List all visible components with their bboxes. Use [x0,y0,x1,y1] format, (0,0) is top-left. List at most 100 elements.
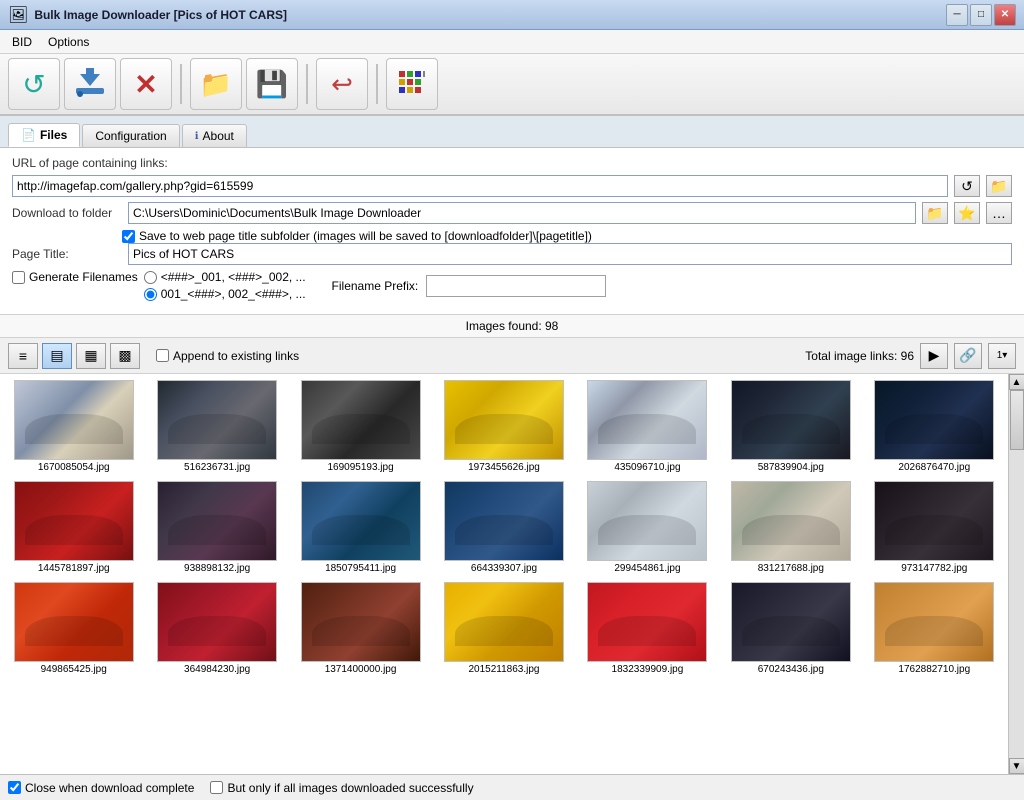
image-cell[interactable]: 1832339909.jpg [578,580,717,677]
image-thumbnail [874,582,994,662]
save-subfolder-label: Save to web page title subfolder (images… [139,229,592,243]
toolbar: ↺ ✕ 📁 💾 ↩ [0,54,1024,116]
go-button[interactable]: ↺ [8,58,60,110]
tab-files[interactable]: 📄 Files [8,123,80,147]
image-cell[interactable]: 664339307.jpg [434,479,573,576]
format2-label: 001_<###>, 002_<###>, ... [161,287,306,301]
only-if-all-label: But only if all images downloaded succes… [227,781,473,795]
image-cell[interactable]: 299454861.jpg [578,479,717,576]
image-cell[interactable]: 2026876470.jpg [865,378,1004,475]
only-if-all-checkbox[interactable] [210,781,223,794]
scrollbar-up[interactable]: ▲ [1009,374,1024,390]
url-input[interactable] [12,175,948,197]
form-area: URL of page containing links: ↺ 📁 Downlo… [0,148,1024,315]
view-details-button[interactable]: ▤ [42,343,72,369]
page-title-input[interactable] [128,243,1012,265]
download-folder-input[interactable] [128,202,916,224]
append-checkbox-row: Append to existing links [156,349,299,363]
page-title-row: Page Title: [12,243,1012,265]
image-cell[interactable]: 670243436.jpg [721,580,860,677]
image-filename: 973147782.jpg [901,563,967,574]
reload-button[interactable]: ↩ [316,58,368,110]
generate-filenames-label: Generate Filenames [29,270,138,284]
total-links-label: Total image links: 96 [805,349,914,363]
play-button[interactable]: ▶ [920,343,948,369]
close-complete-checkbox[interactable] [8,781,21,794]
image-cell[interactable]: 1670085054.jpg [4,378,143,475]
tab-about[interactable]: ℹ About [182,124,247,147]
image-cell[interactable]: 1973455626.jpg [434,378,573,475]
close-button[interactable]: ✕ [994,4,1016,26]
view-large-button[interactable]: ▩ [110,343,140,369]
image-thumbnail [157,481,277,561]
folder-options-button[interactable]: ⭐ [954,202,980,224]
menu-bid[interactable]: BID [4,33,40,51]
scrollbar[interactable]: ▲ ▼ [1008,374,1024,774]
download-button[interactable] [64,58,116,110]
radio-format1: <###>_001, <###>_002, ... [144,270,306,284]
view-list-button[interactable]: ≡ [8,343,38,369]
open-folder-button[interactable]: 📁 [190,58,242,110]
view-medium-button[interactable]: ▦ [76,343,106,369]
image-filename: 587839904.jpg [758,462,824,473]
image-cell[interactable]: 1850795411.jpg [291,479,430,576]
image-thumbnail [587,481,707,561]
image-filename: 516236731.jpg [184,462,250,473]
image-cell[interactable]: 949865425.jpg [4,580,143,677]
image-cell[interactable]: 364984230.jpg [147,580,286,677]
titlebar: 🖼 Bulk Image Downloader [Pics of HOT CAR… [0,0,1024,30]
image-toolbar-right: Total image links: 96 ▶ 🔗 1▾ [805,343,1016,369]
url-refresh-button[interactable]: ↺ [954,175,980,197]
toolbar-separator-3 [376,64,378,104]
folder-more-button[interactable]: … [986,202,1012,224]
files-icon: 📄 [21,128,36,142]
image-filename: 1371400000.jpg [325,664,397,675]
generate-filenames-checkbox[interactable] [12,271,25,284]
image-cell[interactable]: 938898132.jpg [147,479,286,576]
image-thumbnail [731,380,851,460]
image-cell[interactable]: 435096710.jpg [578,378,717,475]
image-filename: 2015211863.jpg [468,664,539,675]
download-label: Download to folder [12,206,122,220]
tab-files-label: Files [40,128,67,142]
restore-button[interactable]: □ [970,4,992,26]
stop-button[interactable]: ✕ [120,58,172,110]
image-filename: 1445781897.jpg [38,563,110,574]
save-button[interactable]: 💾 [246,58,298,110]
url-folder-button[interactable]: 📁 [986,175,1012,197]
page-button[interactable]: 1▾ [988,343,1016,369]
image-filename: 364984230.jpg [184,664,250,675]
statusbar: Close when download complete But only if… [0,774,1024,800]
image-cell[interactable]: 587839904.jpg [721,378,860,475]
image-cell[interactable]: 831217688.jpg [721,479,860,576]
format2-radio[interactable] [144,288,157,301]
image-cell[interactable]: 1445781897.jpg [4,479,143,576]
image-cell[interactable]: 169095193.jpg [291,378,430,475]
image-filename: 1850795411.jpg [325,563,396,574]
image-cell[interactable]: 1762882710.jpg [865,580,1004,677]
image-filename: 938898132.jpg [184,563,250,574]
menu-options[interactable]: Options [40,33,97,51]
format1-radio[interactable] [144,271,157,284]
scrollbar-down[interactable]: ▼ [1009,758,1024,774]
image-filename: 670243436.jpg [758,664,824,675]
append-checkbox[interactable] [156,349,169,362]
app-icon: 🖼 [8,5,28,25]
link-button[interactable]: 🔗 [954,343,982,369]
close-complete-label: Close when download complete [25,781,194,795]
scrollbar-track[interactable] [1009,390,1024,758]
save-subfolder-checkbox[interactable] [122,230,135,243]
info-icon: ℹ [195,131,199,142]
scrollbar-thumb[interactable] [1010,390,1024,450]
toolbar-separator-1 [180,64,182,104]
tab-configuration[interactable]: Configuration [82,124,179,147]
prefix-input[interactable] [426,275,606,297]
grid-button[interactable] [386,58,438,110]
image-cell[interactable]: 516236731.jpg [147,378,286,475]
browse-folder-button[interactable]: 📁 [922,202,948,224]
url-label: URL of page containing links: [12,156,168,170]
minimize-button[interactable]: ─ [946,4,968,26]
image-cell[interactable]: 973147782.jpg [865,479,1004,576]
image-cell[interactable]: 1371400000.jpg [291,580,430,677]
image-cell[interactable]: 2015211863.jpg [434,580,573,677]
